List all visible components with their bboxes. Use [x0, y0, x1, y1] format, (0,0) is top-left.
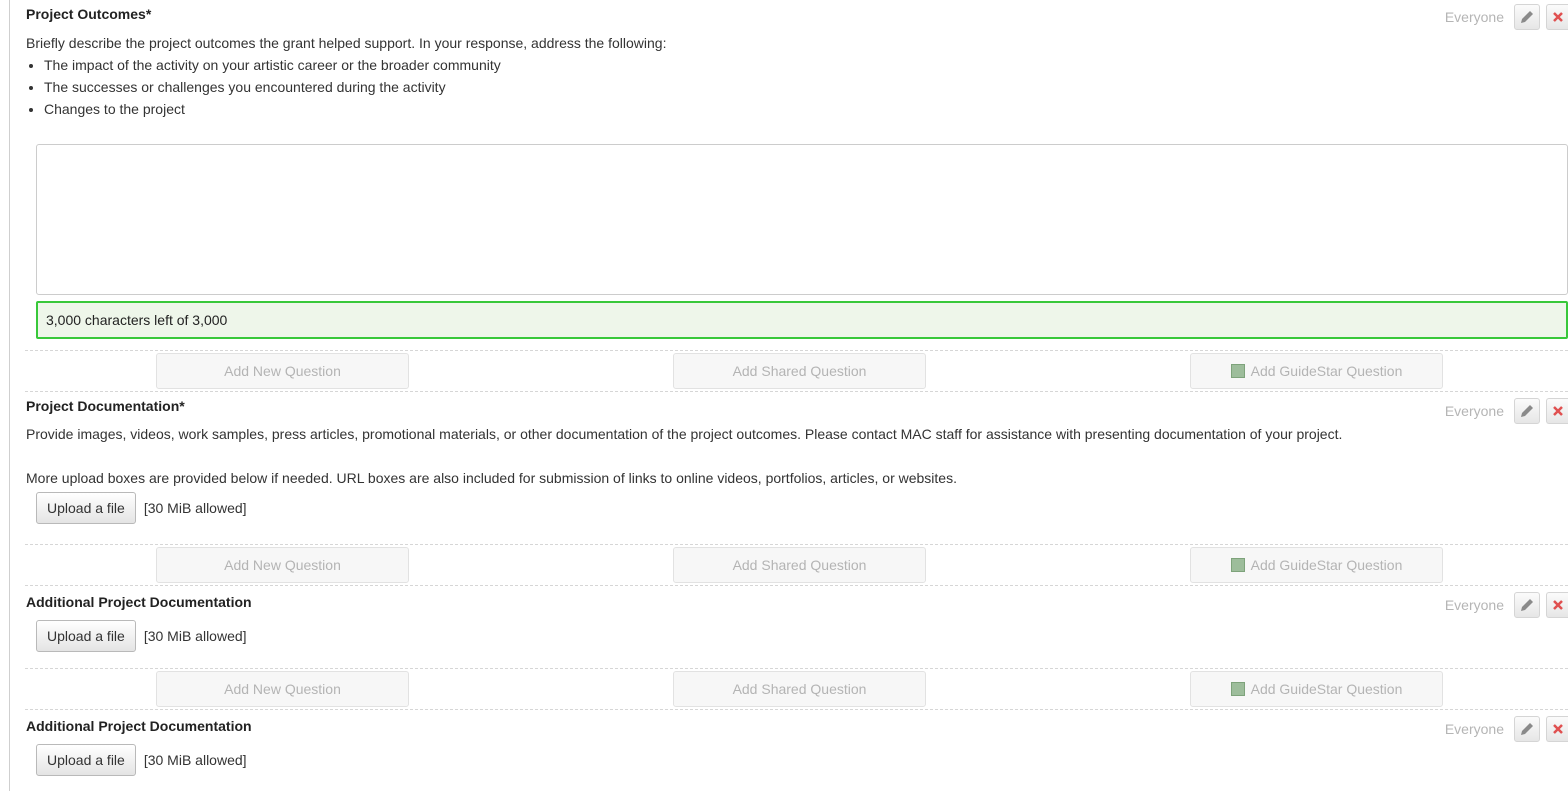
bullet-item: Changes to the project: [44, 98, 1568, 120]
question-bullets: The impact of the activity on your artis…: [26, 54, 1568, 120]
add-new-question-button[interactable]: Add New Question: [156, 547, 409, 583]
upload-row: Upload a file [30 MiB allowed]: [36, 744, 1568, 776]
add-guidestar-label: Add GuideStar Question: [1250, 557, 1403, 573]
question-controls: Everyone: [1445, 4, 1568, 30]
pencil-icon: [1521, 11, 1533, 23]
guidestar-icon: [1230, 682, 1245, 696]
visibility-label[interactable]: Everyone: [1445, 597, 1504, 613]
form-builder-page: Everyone Project Outcomes* Briefly descr…: [9, 0, 1568, 791]
pencil-icon: [1521, 723, 1533, 735]
close-icon: [1552, 600, 1563, 610]
add-new-question-button[interactable]: Add New Question: [156, 671, 409, 707]
add-shared-question-button[interactable]: Add Shared Question: [673, 353, 926, 389]
upload-limit-text: [30 MiB allowed]: [143, 500, 247, 516]
delete-button[interactable]: [1546, 716, 1568, 742]
close-icon: [1552, 724, 1563, 734]
guidestar-icon: [1230, 364, 1245, 378]
question-project-outcomes: Everyone Project Outcomes* Briefly descr…: [10, 0, 1568, 344]
add-new-question-button[interactable]: Add New Question: [156, 353, 409, 389]
answer-textarea[interactable]: [36, 144, 1568, 295]
upload-file-button[interactable]: Upload a file: [36, 620, 136, 652]
question-controls: Everyone: [1445, 398, 1568, 424]
visibility-label[interactable]: Everyone: [1445, 721, 1504, 737]
upload-file-button[interactable]: Upload a file: [36, 492, 136, 524]
question-controls: Everyone: [1445, 592, 1568, 618]
question-title: Project Outcomes*: [26, 6, 152, 22]
question-description: Provide images, videos, work samples, pr…: [26, 426, 1343, 442]
question-project-documentation: Everyone Project Documentation* Provide …: [10, 392, 1568, 544]
upload-limit-text: [30 MiB allowed]: [143, 628, 247, 644]
add-guidestar-question-button[interactable]: Add GuideStar Question: [1190, 547, 1443, 583]
edit-button[interactable]: [1514, 4, 1540, 30]
question-description: Briefly describe the project outcomes th…: [26, 35, 667, 51]
add-shared-question-button[interactable]: Add Shared Question: [673, 547, 926, 583]
close-icon: [1552, 12, 1563, 22]
question-additional-documentation-2: Everyone Additional Project Documentatio…: [10, 710, 1568, 791]
close-icon: [1552, 406, 1563, 416]
upload-row: Upload a file [30 MiB allowed]: [36, 492, 1568, 524]
add-question-bar: Add New Question Add Shared Question Add…: [25, 544, 1568, 586]
upload-limit-text: [30 MiB allowed]: [143, 752, 247, 768]
pencil-icon: [1521, 599, 1533, 611]
question-title: Project Documentation*: [26, 398, 185, 414]
question-description-more: More upload boxes are provided below if …: [26, 470, 957, 486]
upload-file-button[interactable]: Upload a file: [36, 744, 136, 776]
add-question-bar: Add New Question Add Shared Question Add…: [25, 350, 1568, 392]
add-guidestar-label: Add GuideStar Question: [1250, 363, 1403, 379]
question-title: Additional Project Documentation: [26, 594, 252, 610]
question-controls: Everyone: [1445, 716, 1568, 742]
bullet-item: The successes or challenges you encounte…: [44, 76, 1568, 98]
upload-row: Upload a file [30 MiB allowed]: [36, 620, 1568, 652]
guidestar-icon: [1230, 558, 1245, 572]
bullet-item: The impact of the activity on your artis…: [44, 54, 1568, 76]
delete-button[interactable]: [1546, 4, 1568, 30]
add-guidestar-question-button[interactable]: Add GuideStar Question: [1190, 353, 1443, 389]
edit-button[interactable]: [1514, 716, 1540, 742]
add-question-bar: Add New Question Add Shared Question Add…: [25, 668, 1568, 710]
character-counter: 3,000 characters left of 3,000: [36, 301, 1568, 339]
visibility-label[interactable]: Everyone: [1445, 9, 1504, 25]
add-shared-question-button[interactable]: Add Shared Question: [673, 671, 926, 707]
visibility-label[interactable]: Everyone: [1445, 403, 1504, 419]
add-guidestar-question-button[interactable]: Add GuideStar Question: [1190, 671, 1443, 707]
question-title: Additional Project Documentation: [26, 718, 252, 734]
edit-button[interactable]: [1514, 398, 1540, 424]
pencil-icon: [1521, 405, 1533, 417]
question-additional-documentation: Everyone Additional Project Documentatio…: [10, 586, 1568, 668]
add-guidestar-label: Add GuideStar Question: [1250, 681, 1403, 697]
delete-button[interactable]: [1546, 398, 1568, 424]
edit-button[interactable]: [1514, 592, 1540, 618]
delete-button[interactable]: [1546, 592, 1568, 618]
